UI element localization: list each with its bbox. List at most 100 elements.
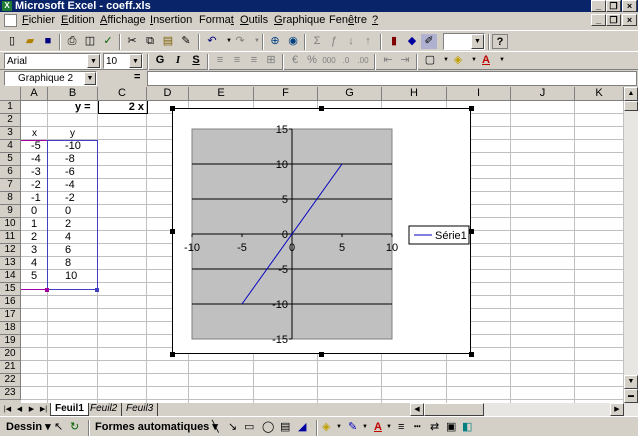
doc-close-button[interactable]: × — [622, 14, 637, 26]
line-style-icon[interactable]: ≡ — [398, 420, 404, 434]
dash-style-icon[interactable]: ┅ — [414, 420, 421, 434]
workbook-icon[interactable] — [4, 14, 17, 27]
font-size-select[interactable]: 10 ▼ — [103, 53, 143, 69]
autosum-icon[interactable]: Σ — [309, 34, 325, 49]
wordart-icon[interactable]: ◢ — [298, 420, 306, 434]
rectangle-icon[interactable]: ▭ — [244, 420, 254, 434]
resize-handle[interactable] — [319, 106, 324, 111]
menu-edition[interactable]: Edition — [61, 14, 95, 27]
arrow-style-icon[interactable]: ⇄ — [430, 420, 439, 434]
decrease-indent-icon[interactable]: ⇤ — [380, 53, 396, 68]
column-header-A[interactable]: A — [21, 87, 48, 101]
drawing-icon[interactable]: ✐ — [421, 34, 437, 49]
next-sheet-icon[interactable]: ▶ — [26, 404, 37, 415]
close-button[interactable]: × — [622, 0, 637, 12]
row-header-16[interactable]: 16 — [0, 296, 21, 309]
save-icon[interactable]: ■ — [40, 34, 56, 49]
align-left-icon[interactable]: ≡ — [212, 53, 228, 68]
last-sheet-icon[interactable]: ▶| — [38, 404, 49, 415]
restore-button[interactable]: ❐ — [606, 0, 621, 12]
arrow-icon[interactable]: ↘ — [228, 420, 237, 434]
print-preview-icon[interactable]: ◫ — [82, 34, 98, 49]
row-header-20[interactable]: 20 — [0, 348, 21, 361]
column-header-E[interactable]: E — [189, 87, 254, 101]
column-header-H[interactable]: H — [382, 87, 447, 101]
row-header-6[interactable]: 6 — [0, 166, 21, 179]
align-right-icon[interactable]: ≡ — [246, 53, 262, 68]
map-icon[interactable]: ◆ — [404, 34, 420, 49]
row-header-22[interactable]: 22 — [0, 374, 21, 387]
row-header-13[interactable]: 13 — [0, 257, 21, 270]
thousands-icon[interactable]: 000 — [321, 53, 337, 68]
fill-color-icon[interactable]: ◈ — [322, 420, 330, 434]
cell-B1[interactable]: y = — [75, 101, 91, 114]
row-header-1[interactable]: 1 — [0, 101, 21, 114]
formula-input[interactable] — [147, 71, 637, 86]
paste-icon[interactable]: ▤ — [160, 34, 176, 49]
fill-color-icon[interactable]: ◈ — [450, 53, 466, 68]
open-icon[interactable]: ▰ — [22, 34, 38, 49]
minimize-button[interactable]: _ — [591, 0, 606, 12]
copy-icon[interactable]: ⧉ — [142, 34, 158, 49]
prev-sheet-icon[interactable]: ◀ — [14, 404, 25, 415]
range-handle[interactable] — [95, 288, 99, 292]
chevron-down-icon[interactable]: ▼ — [362, 420, 368, 434]
column-header-B[interactable]: B — [48, 87, 98, 101]
row-header-14[interactable]: 14 — [0, 270, 21, 283]
cut-icon[interactable]: ✂ — [124, 34, 140, 49]
spelling-icon[interactable]: ✓ — [100, 34, 116, 49]
menu-help[interactable]: ? — [372, 14, 378, 27]
chevron-down-icon[interactable]: ▼ — [129, 54, 142, 68]
format-painter-icon[interactable]: ✎ — [178, 34, 194, 49]
resize-handle[interactable] — [170, 106, 175, 111]
print-icon[interactable]: ⎙ — [64, 34, 80, 49]
percent-icon[interactable]: % — [304, 53, 320, 68]
line-color-icon[interactable]: ✎ — [348, 420, 357, 434]
increase-indent-icon[interactable]: ⇥ — [397, 53, 413, 68]
horizontal-scrollbar[interactable]: ◀ ▶ — [410, 403, 638, 416]
font-color-icon[interactable]: A — [374, 420, 382, 434]
row-header-8[interactable]: 8 — [0, 192, 21, 205]
hyperlink-icon[interactable]: ⊕ — [267, 34, 283, 49]
chevron-down-icon[interactable]: ▼ — [386, 420, 392, 434]
chevron-down-icon[interactable]: ▼ — [336, 420, 342, 434]
column-header-K[interactable]: K — [575, 87, 624, 101]
select-objects-icon[interactable]: ↖ — [54, 420, 63, 434]
chevron-down-icon[interactable]: ▼ — [471, 34, 484, 49]
function-icon[interactable]: ƒ — [326, 34, 342, 49]
scroll-down-icon[interactable]: ▼ — [624, 375, 638, 389]
row-header-5[interactable]: 5 — [0, 153, 21, 166]
split-box-icon[interactable]: ▬ — [624, 389, 638, 403]
chevron-down-icon[interactable]: ▼ — [494, 53, 510, 68]
underline-button[interactable]: S — [188, 53, 204, 68]
new-icon[interactable]: ▯ — [4, 34, 20, 49]
scroll-left-icon[interactable]: ◀ — [410, 403, 424, 416]
row-header-19[interactable]: 19 — [0, 335, 21, 348]
resize-handle[interactable] — [170, 352, 175, 357]
scroll-thumb[interactable] — [624, 101, 638, 111]
currency-icon[interactable]: € — [287, 53, 303, 68]
row-header-23[interactable]: 23 — [0, 387, 21, 400]
tab-feuil1[interactable]: Feuil1 — [50, 403, 89, 416]
row-header-12[interactable]: 12 — [0, 244, 21, 257]
row-header-10[interactable]: 10 — [0, 218, 21, 231]
column-header-I[interactable]: I — [447, 87, 511, 101]
row-header-9[interactable]: 9 — [0, 205, 21, 218]
web-toolbar-icon[interactable]: ◉ — [285, 34, 301, 49]
resize-handle[interactable] — [469, 106, 474, 111]
row-header-2[interactable]: 2 — [0, 114, 21, 127]
increase-decimal-icon[interactable]: .0 — [338, 53, 354, 68]
name-box[interactable]: Graphique 2 ▼ — [4, 71, 97, 86]
row-header-18[interactable]: 18 — [0, 322, 21, 335]
redo-icon[interactable]: ↷ — [232, 34, 248, 49]
row-header-15[interactable]: 15 — [0, 283, 21, 296]
column-header-C[interactable]: C — [98, 87, 147, 101]
chart-object[interactable]: 15 10 5 0 -5 -10 -15 -10 -5 0 5 10 Série1 — [172, 108, 471, 354]
zoom-select[interactable]: ▼ — [443, 33, 485, 50]
first-sheet-icon[interactable]: |◀ — [2, 404, 13, 415]
resize-handle[interactable] — [469, 352, 474, 357]
oval-icon[interactable]: ◯ — [262, 420, 274, 434]
doc-minimize-button[interactable]: _ — [591, 14, 606, 26]
menu-insertion[interactable]: Insertion — [150, 14, 192, 27]
menu-affichage[interactable]: Affichage — [100, 14, 146, 27]
